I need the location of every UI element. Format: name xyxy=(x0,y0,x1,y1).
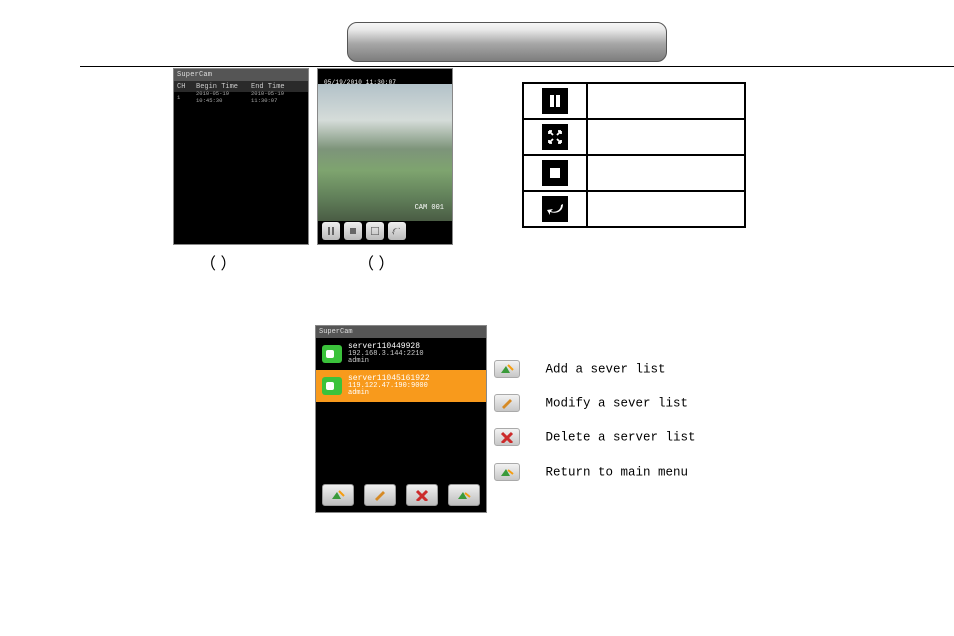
return-icon xyxy=(494,463,520,481)
legend-delete-text: Delete a server list xyxy=(546,430,696,444)
add-icon xyxy=(494,360,520,378)
add-button[interactable] xyxy=(322,484,354,506)
divider xyxy=(80,66,954,67)
stop-button[interactable] xyxy=(344,222,362,240)
stop-desc xyxy=(587,155,745,191)
legend-add: Add a sever list xyxy=(494,360,666,378)
icon-legend-table xyxy=(522,82,746,228)
return-button[interactable] xyxy=(448,484,480,506)
stop-icon xyxy=(542,160,568,186)
pause-button[interactable] xyxy=(322,222,340,240)
server-row-selected[interactable]: server11045161922 119.122.47.190:9000 ad… xyxy=(316,370,486,402)
camera-label: CAM 001 xyxy=(415,204,444,212)
video-frame xyxy=(318,77,452,221)
legend-add-text: Add a sever list xyxy=(546,362,666,376)
app-title: SuperCam xyxy=(174,69,308,81)
app-title: SuperCam xyxy=(316,326,486,338)
delete-icon xyxy=(494,428,520,446)
pause-desc xyxy=(587,83,745,119)
fullscreen-icon xyxy=(542,124,568,150)
legend-delete: Delete a server list xyxy=(494,428,696,446)
record-search-screenshot: SuperCam CH Begin Time End Time 1 2010-0… xyxy=(174,69,308,244)
cell-ch: 1 xyxy=(174,94,196,101)
fullscreen-desc xyxy=(587,119,745,155)
cell-end: 2010-05-19 11:30:07 xyxy=(251,90,301,104)
legend-return: Return to main menu xyxy=(494,463,688,481)
pause-icon xyxy=(542,88,568,114)
col-ch: CH xyxy=(174,83,196,91)
camera-icon xyxy=(322,345,342,363)
legend-modify-text: Modify a sever list xyxy=(546,396,689,410)
modify-icon xyxy=(494,394,520,412)
back-desc xyxy=(587,191,745,227)
caption-a: （ ） xyxy=(200,250,236,274)
server-row[interactable]: server110449928 192.168.3.144:2210 admin xyxy=(316,338,486,370)
cell-begin: 2010-05-19 10:45:30 xyxy=(196,90,251,104)
delete-button[interactable] xyxy=(406,484,438,506)
fullscreen-button[interactable] xyxy=(366,222,384,240)
playback-timestamp: 05/19/2010 11:30:07 xyxy=(324,79,396,86)
playback-screenshot: 05/19/2010 11:30:07 CAM 001 xyxy=(318,69,452,244)
modify-button[interactable] xyxy=(364,484,396,506)
legend-return-text: Return to main menu xyxy=(546,465,689,479)
header-button xyxy=(347,22,667,62)
server-user: admin xyxy=(348,358,424,365)
server-list-screenshot: SuperCam server110449928 192.168.3.144:2… xyxy=(316,326,486,512)
back-icon xyxy=(542,196,568,222)
table-row[interactable]: 1 2010-05-19 10:45:30 2010-05-19 11:30:0… xyxy=(174,92,308,102)
back-button[interactable] xyxy=(388,222,406,240)
camera-icon xyxy=(322,377,342,395)
legend-modify: Modify a sever list xyxy=(494,394,688,412)
caption-b: （ ） xyxy=(358,250,394,274)
server-user: admin xyxy=(348,390,430,397)
